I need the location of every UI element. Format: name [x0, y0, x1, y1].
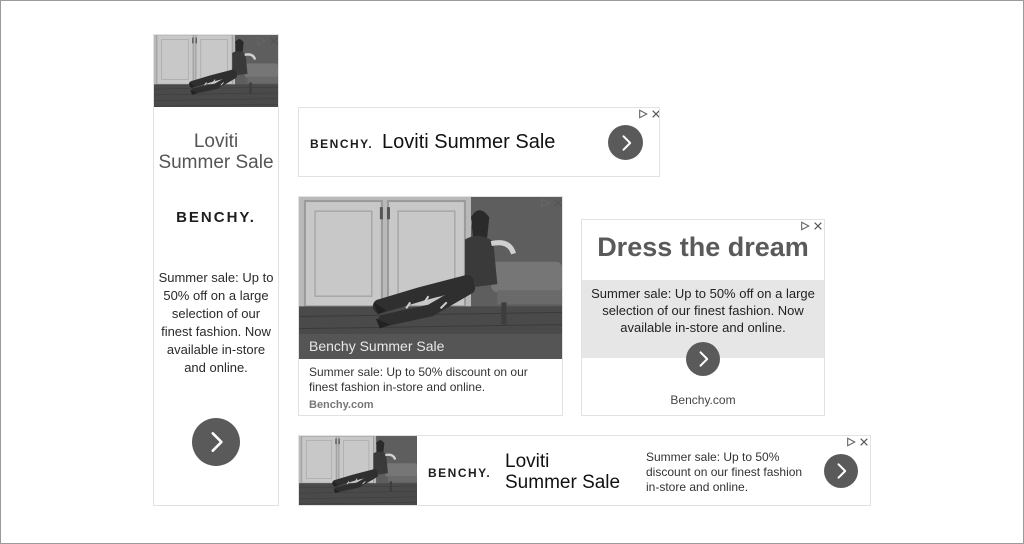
leaderboard-top-ad[interactable]: BENCHY. Loviti Summer Sale	[298, 107, 660, 177]
next-button[interactable]	[824, 454, 858, 488]
adchoices-icon[interactable]	[846, 437, 856, 447]
ad-photo[interactable]	[299, 436, 417, 505]
adchoices-group[interactable]	[540, 198, 563, 208]
display-url[interactable]: Benchy.com	[309, 399, 374, 411]
adchoices-icon[interactable]	[540, 198, 550, 208]
close-icon[interactable]	[859, 437, 869, 447]
adchoices-icon[interactable]	[638, 109, 648, 119]
title-line-2: Summer Sale	[505, 472, 621, 493]
adchoices-group[interactable]	[800, 221, 823, 231]
leaderboard-bottom-ad[interactable]: BENCHY. Loviti Summer Sale Summer sale: …	[298, 435, 871, 506]
adchoices-group[interactable]	[638, 109, 660, 119]
skyscraper-ad[interactable]: Loviti Summer Sale BENCHY. Summer sale: …	[153, 34, 279, 506]
next-button[interactable]	[608, 125, 643, 160]
chevron-right-icon	[693, 349, 713, 369]
title-line-1: Loviti	[505, 451, 550, 472]
brand-logo: BENCHY.	[176, 209, 256, 226]
ad-title: Loviti Summer Sale	[505, 451, 620, 493]
ad-body: Summer sale: Up to 50% off on a large se…	[591, 286, 815, 335]
ad-headline: Dress the dream	[597, 232, 809, 262]
text-rectangle-ad[interactable]: Dress the dream Summer sale: Up to 50% o…	[581, 219, 825, 416]
ad-body: Summer sale: Up to 50% discount on our f…	[309, 365, 528, 394]
ad-body: Summer sale: Up to 50% discount on our f…	[646, 450, 803, 494]
chevron-right-icon	[616, 133, 636, 153]
next-button[interactable]	[686, 342, 720, 376]
close-icon[interactable]	[269, 36, 279, 46]
caption-bar: Benchy Summer Sale	[299, 334, 562, 359]
ad-body: Summer sale: Up to 50% off on a large se…	[158, 270, 274, 375]
brand-logo: BENCHY.	[428, 466, 492, 480]
close-icon[interactable]	[553, 198, 563, 208]
brand-logo: BENCHY.	[310, 137, 374, 151]
close-icon[interactable]	[651, 109, 660, 119]
ad-title: Loviti Summer Sale	[382, 131, 556, 153]
title-line-1: Loviti	[193, 131, 239, 152]
chevron-right-icon	[203, 429, 229, 455]
next-button[interactable]	[192, 418, 240, 466]
title-line-2: Summer Sale	[158, 152, 274, 173]
adchoices-group[interactable]	[256, 36, 279, 46]
close-icon[interactable]	[813, 221, 823, 231]
chevron-right-icon	[831, 461, 851, 481]
adchoices-icon[interactable]	[256, 36, 266, 46]
adchoices-icon[interactable]	[800, 221, 810, 231]
adchoices-group[interactable]	[846, 437, 869, 447]
medium-rectangle-ad[interactable]: Benchy Summer Sale Summer sale: Up to 50…	[298, 196, 563, 416]
ad-title: Loviti Summer Sale	[154, 131, 278, 173]
display-url[interactable]: Benchy.com	[582, 393, 824, 407]
ad-caption: Benchy Summer Sale	[309, 338, 445, 354]
